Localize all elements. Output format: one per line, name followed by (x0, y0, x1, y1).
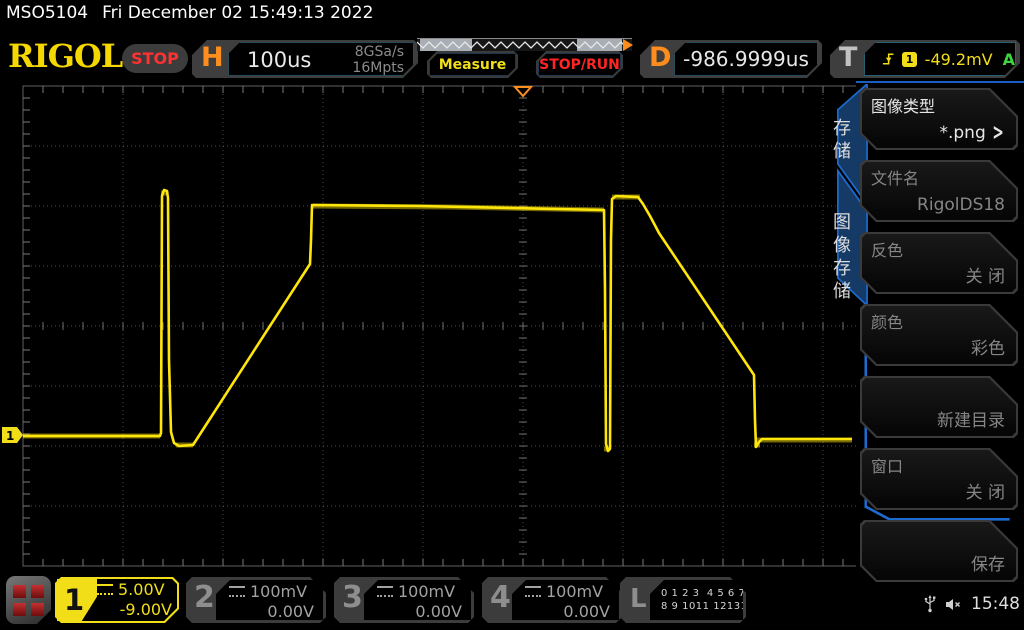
channel3-block[interactable]: 3 100mV 0.00V (334, 577, 474, 623)
delay-label: D (649, 42, 671, 73)
menu-item-label: 窗口 (871, 453, 903, 477)
speaker-muted-icon (945, 598, 962, 611)
menu-item-filename[interactable]: 文件名 RigolDS18 (860, 160, 1018, 222)
horizontal-position-strip[interactable] (417, 38, 632, 51)
dc-coupling-icon (377, 586, 393, 597)
channel4-offset: 0.00V (512, 602, 619, 622)
delay-panel[interactable]: D -986.9999us (640, 40, 822, 78)
trigger-panel[interactable]: T 1 -49.2mV A (830, 40, 1020, 78)
menu-item-value: 保存 (971, 550, 1005, 575)
menu-item-label: 文件名 (871, 165, 919, 189)
menu-item-label: 图像类型 (871, 93, 935, 117)
horizontal-label: H (201, 42, 224, 73)
usb-icon (924, 595, 936, 613)
stop-run-button[interactable]: STOP/RUN (536, 51, 623, 78)
clock: 15:48 (971, 594, 1020, 614)
channel3-id: 3 (342, 580, 363, 615)
timebase-value: 100us (247, 48, 311, 72)
channel2-block[interactable]: 2 100mV 0.00V (186, 577, 326, 623)
trigger-position-marker[interactable] (515, 87, 531, 96)
trigger-source-badge: 1 (902, 52, 916, 67)
logic-id: L (630, 584, 647, 614)
menu-item-value: 关 闭 (966, 478, 1005, 503)
logic-row1: 0 1 2 3 4 5 6 7 (661, 587, 743, 600)
channel2-id: 2 (194, 580, 215, 615)
delay-inner: -986.9999us (674, 42, 818, 76)
menu-item-window[interactable]: 窗口 关 闭 (860, 448, 1018, 510)
trigger-inner: 1 -49.2mV A (864, 42, 1016, 76)
sample-rate: 8GSa/s (352, 44, 404, 60)
model-name: MSO5104 (6, 3, 88, 23)
menu-item-image-type[interactable]: 图像类型 *.png> (860, 88, 1018, 150)
run-state-badge: STOP (122, 44, 188, 73)
trigger-label: T (839, 42, 857, 73)
oscilloscope-screen: MSO5104 Fri December 02 15:49:13 2022 1 R… (0, 0, 1024, 630)
channel2-scale: 100mV (250, 582, 307, 601)
channel1-level-marker[interactable] (2, 427, 23, 443)
trigger-level-value: -49.2mV (925, 50, 993, 69)
trigger-mode: A (1003, 50, 1015, 69)
status-icons: 15:48 (924, 594, 1020, 614)
menu-item-value: 关 闭 (966, 262, 1005, 287)
datetime: Fri December 02 15:49:13 2022 (102, 3, 373, 23)
grid-icon (13, 585, 44, 616)
dc-coupling-icon (525, 586, 541, 597)
horizontal-panel[interactable]: H 100us 8GSa/s 16Mpts (192, 40, 418, 78)
measure-button[interactable]: Measure (427, 51, 518, 78)
menu-grid-button[interactable] (6, 576, 51, 624)
trace-noise (23, 193, 852, 449)
channel3-scale: 100mV (398, 582, 455, 601)
chevron-right-icon: > (992, 120, 1003, 146)
menu-item-value: RigolDS18 (917, 195, 1005, 215)
falling-edge-trigger-icon (881, 52, 894, 66)
menu-item-invert[interactable]: 反色 关 闭 (860, 232, 1018, 294)
acquisition-info: 8GSa/s 16Mpts (352, 44, 404, 76)
record-waveform-preview (417, 39, 632, 51)
menu-item-label: 反色 (871, 237, 903, 261)
channel1-marker-label: 1 (6, 429, 14, 443)
rigol-logo: RIGOL (8, 37, 122, 75)
logic-row2: 8 9 1011 12131415 (661, 600, 743, 613)
dc-coupling-icon (97, 584, 113, 595)
channel1-block[interactable]: 1 5.00V -9.00V (55, 577, 179, 623)
strip-arrow-icon (623, 39, 633, 51)
delay-value: -986.9999us (683, 47, 809, 71)
menu-item-color[interactable]: 颜色 彩色 (860, 304, 1018, 366)
channel3-offset: 0.00V (364, 602, 471, 622)
channel2-offset: 0.00V (216, 602, 323, 622)
channel4-scale: 100mV (546, 582, 603, 601)
menu-tab-storage[interactable]: 存储 (831, 117, 853, 163)
memory-depth: 16Mpts (352, 60, 404, 76)
menu-item-value: 彩色 (971, 334, 1005, 359)
menu-item-label: 颜色 (871, 309, 903, 333)
menu-item-value: *.png> (939, 123, 1005, 143)
menu-item-value: 新建目录 (937, 406, 1005, 431)
channel1-trace (23, 190, 852, 451)
menu-tab-image-storage[interactable]: 图像存储 (831, 211, 853, 303)
logic-channels-block[interactable]: L 0 1 2 3 4 5 6 7 8 9 1011 12131415 (620, 577, 746, 623)
menu-item-save[interactable]: 保存 (860, 520, 1018, 582)
channel4-id: 4 (490, 580, 511, 615)
channel4-block[interactable]: 4 100mV 0.00V (482, 577, 622, 623)
titlebar: MSO5104 Fri December 02 15:49:13 2022 (6, 3, 387, 23)
channel1-offset: -9.00V (97, 600, 172, 620)
channel1-scale: 5.00V (118, 580, 165, 599)
dc-coupling-icon (229, 586, 245, 597)
menu-item-new-folder[interactable]: 新建目录 (860, 376, 1018, 438)
horizontal-inner: 100us 8GSa/s 16Mpts (228, 42, 414, 76)
